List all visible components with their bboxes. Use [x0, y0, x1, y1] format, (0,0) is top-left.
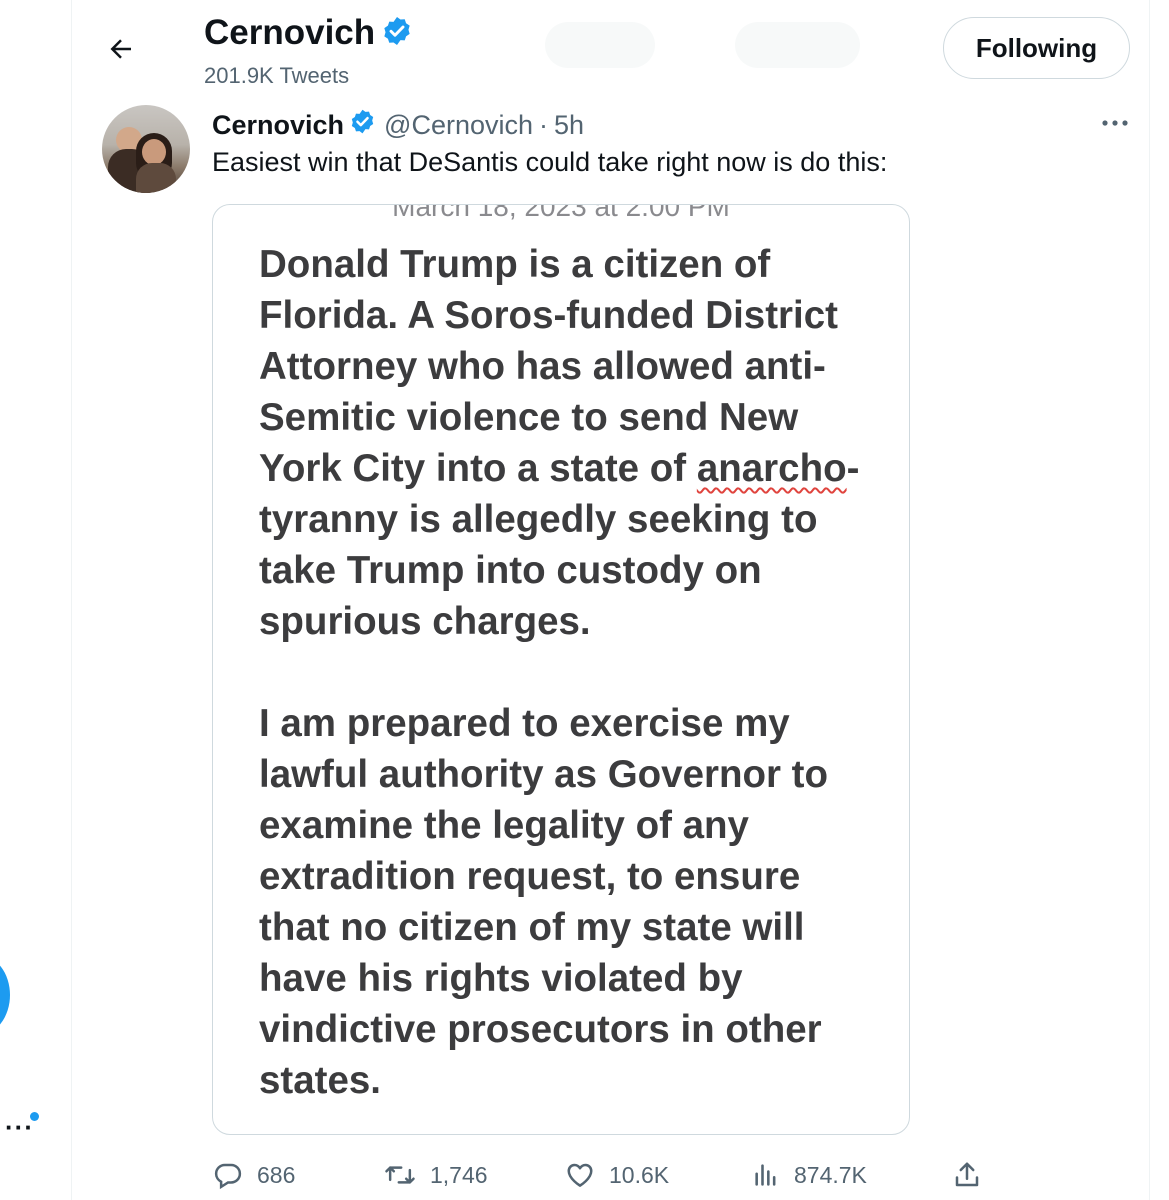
- statement-line: vindictive prosecutors in other: [259, 1008, 822, 1051]
- statement-line: Florida. A Soros-funded District: [259, 294, 838, 337]
- statement-line: tyranny is allegedly seeking to: [259, 498, 818, 541]
- column-divider-right: [1149, 0, 1150, 1200]
- tweet-text: Easiest win that DeSantis could take rig…: [212, 147, 888, 177]
- statement-line: states.: [259, 1059, 381, 1102]
- statement-line: Attorney who has allowed anti-: [259, 345, 826, 388]
- like-button[interactable]: 10.6K: [565, 1160, 669, 1190]
- tweet-header: Cernovich @Cernovich · 5h: [212, 108, 584, 142]
- statement-line: spurious charges.: [259, 600, 591, 643]
- statement-line: take Trump into custody on: [259, 549, 762, 592]
- tweet-count: 201.9K Tweets: [204, 63, 350, 88]
- heart-icon: [567, 1163, 593, 1187]
- tweet-media-image[interactable]: March 18, 2023 at 2:00 PM Donald Trump i…: [212, 204, 910, 1135]
- statement-line: examine the legality of any: [259, 804, 749, 847]
- reply-button[interactable]: 686: [213, 1160, 295, 1190]
- views-chart-icon: [755, 1164, 776, 1186]
- arrow-left-icon: [110, 39, 131, 59]
- more-horizontal-icon[interactable]: [1098, 106, 1132, 140]
- back-button[interactable]: [98, 26, 144, 72]
- profile-name: Cernovich: [204, 13, 376, 52]
- views-count: 874.7K: [794, 1161, 867, 1188]
- reply-count: 686: [257, 1161, 296, 1188]
- header-ghost-2: [735, 22, 860, 68]
- statement-line: York City into a state of anarcho-: [259, 447, 860, 490]
- notification-dot: [30, 1112, 39, 1121]
- views-button[interactable]: 874.7K: [752, 1160, 867, 1190]
- retweet-icon: [385, 1166, 415, 1184]
- header-ghost-1: [545, 22, 655, 68]
- retweet-count: 1,746: [430, 1161, 488, 1188]
- statement-line: Semitic violence to send New: [259, 396, 799, 439]
- following-button[interactable]: Following: [943, 17, 1130, 79]
- media-date: March 18, 2023 at 2:00 PM: [392, 204, 730, 222]
- tweet-timestamp[interactable]: 5h: [554, 110, 584, 141]
- tweet-handle[interactable]: @Cernovich: [384, 110, 533, 141]
- reply-icon: [214, 1163, 242, 1190]
- media-statement-text: Donald Trump is a citizen of Florida. A …: [259, 239, 889, 1106]
- verified-badge-icon: [349, 108, 376, 142]
- statement-line: have his rights violated by: [259, 957, 743, 1000]
- statement-line: that no citizen of my state will: [259, 906, 805, 949]
- separator-dot: ·: [539, 109, 549, 140]
- share-icon: [955, 1162, 979, 1187]
- statement-line: lawful authority as Governor to: [259, 753, 829, 796]
- statement-line: Donald Trump is a citizen of: [259, 243, 771, 286]
- statement-line: extradition request, to ensure: [259, 855, 801, 898]
- share-button[interactable]: [952, 1160, 996, 1190]
- left-sidebar: [0, 0, 71, 1200]
- statement-line: I am prepared to exercise my: [259, 702, 790, 745]
- profile-header-title: Cernovich: [204, 13, 413, 53]
- spellcheck-word: anarcho: [696, 447, 847, 490]
- column-divider-left: [71, 0, 72, 1200]
- tweet-author-name[interactable]: Cernovich: [212, 110, 344, 141]
- avatar[interactable]: [102, 105, 190, 193]
- verified-badge-icon: [381, 15, 413, 52]
- retweet-button[interactable]: 1,746: [384, 1160, 488, 1190]
- like-count: 10.6K: [609, 1161, 670, 1188]
